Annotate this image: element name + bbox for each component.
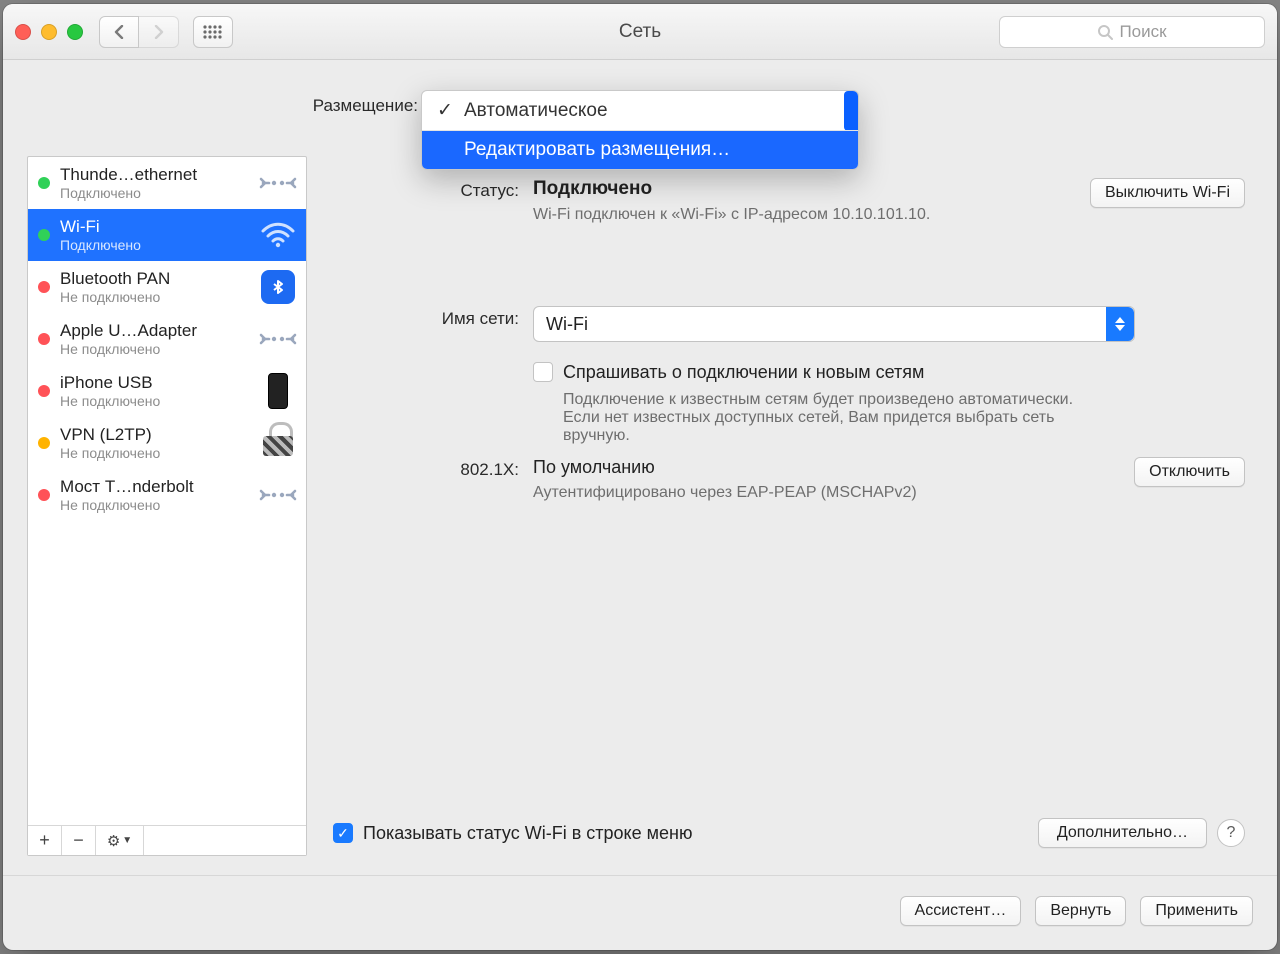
dot1x-label: 802.1X: bbox=[333, 457, 533, 480]
location-dropdown: ✓ Автоматическое Редактировать размещени… bbox=[421, 90, 859, 170]
interface-item-thunderbolt-ethernet[interactable]: Thunde…ethernet Подключено bbox=[28, 157, 306, 209]
status-dot-icon bbox=[38, 177, 50, 189]
status-dot-icon bbox=[38, 489, 50, 501]
status-dot-icon bbox=[38, 333, 50, 345]
advanced-button[interactable]: Дополнительно… bbox=[1038, 818, 1207, 848]
interface-item-vpn[interactable]: VPN (L2TP) Не подключено bbox=[28, 417, 306, 469]
show-in-menubar-label: Показывать статус Wi-Fi в строке меню bbox=[363, 823, 692, 844]
revert-button[interactable]: Вернуть bbox=[1035, 896, 1126, 926]
ethernet-icon bbox=[258, 327, 298, 351]
status-value: Подключено bbox=[533, 178, 1090, 200]
search-field[interactable]: Поиск bbox=[999, 16, 1265, 48]
interface-name: Apple U…Adapter bbox=[60, 321, 248, 341]
status-dot-icon bbox=[38, 385, 50, 397]
interface-name: Bluetooth PAN bbox=[60, 269, 248, 289]
interface-item-apple-usb-adapter[interactable]: Apple U…Adapter Не подключено bbox=[28, 313, 306, 365]
location-option-automatic[interactable]: ✓ Автоматическое bbox=[422, 91, 858, 130]
network-name-value: Wi-Fi bbox=[546, 314, 588, 335]
close-window-button[interactable] bbox=[15, 24, 31, 40]
check-icon: ✓ bbox=[436, 99, 454, 122]
interface-name: Thunde…ethernet bbox=[60, 165, 248, 185]
lock-icon bbox=[258, 430, 298, 456]
location-label: Размещение: bbox=[313, 96, 418, 116]
help-button[interactable]: ? bbox=[1217, 819, 1245, 847]
network-name-row: Имя сети: Wi-Fi Спрашивать о подключении… bbox=[333, 306, 1245, 445]
apply-button[interactable]: Применить bbox=[1140, 896, 1253, 926]
interface-status: Подключено bbox=[60, 185, 248, 201]
select-stepper-icon bbox=[1106, 307, 1134, 341]
interface-status: Подключено bbox=[60, 237, 248, 253]
phone-icon bbox=[258, 373, 298, 409]
main: Thunde…ethernet Подключено Wi-Fi Подключ… bbox=[27, 156, 1253, 856]
assistant-button[interactable]: Ассистент… bbox=[900, 896, 1022, 926]
zoom-window-button[interactable] bbox=[67, 24, 83, 40]
status-dot-icon bbox=[38, 281, 50, 293]
add-interface-button[interactable]: + bbox=[28, 826, 62, 855]
sidebar-footer: + − ⚙︎▼ bbox=[28, 825, 306, 855]
detail-bottom: ✓ Показывать статус Wi-Fi в строке меню … bbox=[333, 818, 1245, 848]
interface-name: VPN (L2TP) bbox=[60, 425, 248, 445]
show-all-button[interactable] bbox=[193, 16, 233, 48]
nav-buttons bbox=[99, 16, 179, 48]
forward-button[interactable] bbox=[139, 16, 179, 48]
footer: Ассистент… Вернуть Применить bbox=[3, 875, 1277, 950]
status-label: Статус: bbox=[333, 178, 533, 201]
toggle-wifi-button[interactable]: Выключить Wi-Fi bbox=[1090, 178, 1245, 208]
interface-item-thunderbolt-bridge[interactable]: Мост T…nderbolt Не подключено bbox=[28, 469, 306, 521]
network-name-label: Имя сети: bbox=[333, 306, 533, 329]
chevron-down-icon: ▼ bbox=[122, 835, 132, 846]
dot1x-row: 802.1X: По умолчанию Аутентифицировано ч… bbox=[333, 457, 1245, 502]
interfaces-list: Thunde…ethernet Подключено Wi-Fi Подключ… bbox=[28, 157, 306, 825]
location-option-label: Редактировать размещения… bbox=[464, 139, 730, 161]
bluetooth-icon bbox=[258, 270, 298, 304]
interface-status: Не подключено bbox=[60, 393, 248, 409]
interfaces-sidebar: Thunde…ethernet Подключено Wi-Fi Подключ… bbox=[27, 156, 307, 856]
network-name-select[interactable]: Wi-Fi bbox=[533, 306, 1135, 342]
dot1x-desc: Аутентифицировано через EAP-PEAP (MSCHAP… bbox=[533, 484, 963, 502]
window-controls bbox=[15, 24, 83, 40]
disconnect-dot1x-button[interactable]: Отключить bbox=[1134, 457, 1245, 487]
interface-status: Не подключено bbox=[60, 341, 248, 357]
interface-name: Wi-Fi bbox=[60, 217, 248, 237]
detail-pane: Статус: Подключено Wi-Fi подключен к «Wi… bbox=[325, 156, 1253, 856]
interface-item-wifi[interactable]: Wi-Fi Подключено bbox=[28, 209, 306, 261]
gear-icon: ⚙︎ bbox=[107, 832, 120, 850]
interface-status: Не подключено bbox=[60, 445, 248, 461]
footer-spacer bbox=[144, 826, 306, 855]
ethernet-icon bbox=[258, 483, 298, 507]
interface-actions-button[interactable]: ⚙︎▼ bbox=[96, 826, 144, 855]
minimize-window-button[interactable] bbox=[41, 24, 57, 40]
interface-name: iPhone USB bbox=[60, 373, 248, 393]
interface-name: Мост T…nderbolt bbox=[60, 477, 248, 497]
interface-item-iphone-usb[interactable]: iPhone USB Не подключено bbox=[28, 365, 306, 417]
status-dot-icon bbox=[38, 437, 50, 449]
body: Размещение: Thunde…ethernet Подключено bbox=[3, 60, 1277, 875]
location-option-label: Автоматическое bbox=[464, 100, 608, 122]
status-desc: Wi-Fi подключен к «Wi-Fi» с IP-адресом 1… bbox=[533, 206, 1090, 224]
interface-item-bluetooth-pan[interactable]: Bluetooth PAN Не подключено bbox=[28, 261, 306, 313]
ask-join-label: Спрашивать о подключении к новым сетям bbox=[563, 362, 1245, 383]
remove-interface-button[interactable]: − bbox=[62, 826, 96, 855]
back-button[interactable] bbox=[99, 16, 139, 48]
ethernet-icon bbox=[258, 171, 298, 195]
status-row: Статус: Подключено Wi-Fi подключен к «Wi… bbox=[333, 178, 1245, 224]
wifi-icon bbox=[258, 221, 298, 249]
preferences-window: Сеть Поиск Размещение: Thunde…ethernet П… bbox=[3, 4, 1277, 950]
status-dot-icon bbox=[38, 229, 50, 241]
ask-join-desc: Подключение к известным сетям будет прои… bbox=[563, 391, 1083, 445]
interface-status: Не подключено bbox=[60, 497, 248, 513]
ask-join-checkbox[interactable] bbox=[533, 362, 553, 382]
dot1x-value: По умолчанию bbox=[533, 457, 1134, 478]
location-option-edit[interactable]: Редактировать размещения… bbox=[422, 131, 858, 169]
search-icon bbox=[1097, 24, 1113, 40]
titlebar: Сеть Поиск bbox=[3, 4, 1277, 60]
interface-status: Не подключено bbox=[60, 289, 248, 305]
show-in-menubar-checkbox[interactable]: ✓ bbox=[333, 823, 353, 843]
search-placeholder: Поиск bbox=[1119, 22, 1166, 42]
